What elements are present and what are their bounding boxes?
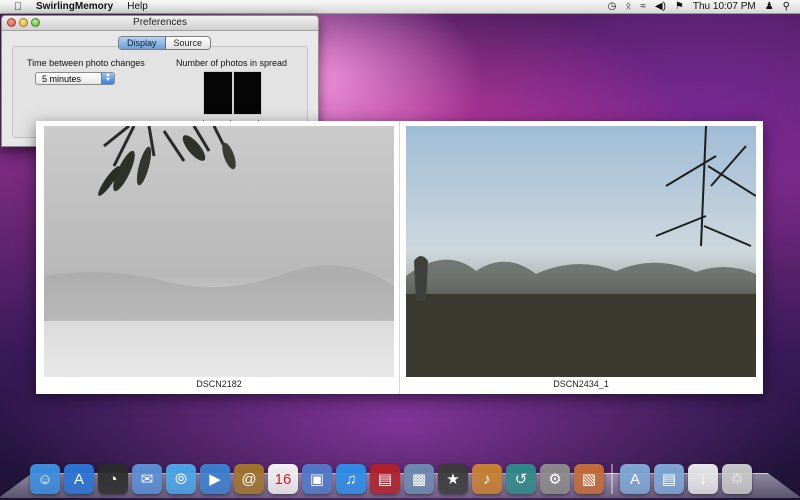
spread-preview-page-right [233, 72, 261, 114]
apple-icon[interactable]:  [12, 1, 24, 13]
photo-left [44, 126, 394, 377]
clock[interactable]: Thu 10:07 PM [693, 1, 756, 12]
facetime-icon[interactable]: ▶ [200, 464, 230, 494]
preferences-tabs: Display Source [118, 36, 212, 50]
popup-arrows-icon: ▲ ▼ [101, 72, 114, 84]
bluetooth-icon[interactable]: ᛟ [625, 1, 631, 12]
help-menu[interactable]: Help [127, 1, 148, 12]
time-interval-popup[interactable]: 5 minutes ▲ ▼ [35, 72, 115, 85]
applications-folder-icon[interactable]: A [620, 464, 650, 494]
address-book-icon[interactable]: @ [234, 464, 264, 494]
downloads-stack-icon[interactable]: ↓ [688, 464, 718, 494]
menu-bar:  SwirlingMemory Help ◷ ᛟ ≈ ◀) ⚑ Thu 10:… [0, 0, 800, 14]
preview-icon[interactable]: ▣ [302, 464, 332, 494]
safari-icon[interactable]: ⦾ [166, 464, 196, 494]
trash-icon[interactable]: ♲ [722, 464, 752, 494]
dashboard-icon[interactable]: ◔ [98, 464, 128, 494]
time-interval-value: 5 minutes [42, 74, 82, 84]
photos-in-spread-label: Number of photos in spread [176, 58, 288, 68]
photo-right [406, 126, 756, 377]
app-store-icon[interactable]: A [64, 464, 94, 494]
tab-source[interactable]: Source [165, 37, 211, 49]
photo-caption-right: DSCN2434_1 [553, 379, 609, 389]
wifi-icon[interactable]: ≈ [640, 1, 646, 12]
time-between-label: Time between photo changes [27, 58, 145, 68]
ical-icon[interactable]: 16 [268, 464, 298, 494]
documents-folder-icon[interactable]: ▤ [654, 464, 684, 494]
swirlingmemory-icon[interactable]: ▧ [574, 464, 604, 494]
flag-icon[interactable]: ⚑ [675, 1, 684, 12]
snowy-field-photo [44, 126, 394, 377]
mail-icon[interactable]: ✉ [132, 464, 162, 494]
status-area: ◷ ᛟ ≈ ◀) ⚑ Thu 10:07 PM ♟ ⚲ [608, 1, 790, 12]
user-icon[interactable]: ♟ [765, 1, 774, 12]
app-menu[interactable]: SwirlingMemory [36, 1, 113, 12]
dock: ☺ A ◔ ✉ ⦾ ▶ @16 ▣ ♫ ▤ ▩ ★ ♪ ↺ ⚙ ▧ A ▤ ↓ ♲ [30, 454, 772, 494]
volume-icon[interactable]: ◀) [655, 1, 666, 12]
photo-booth-icon[interactable]: ▤ [370, 464, 400, 494]
misty-meadow-photo [406, 126, 756, 377]
photo-spread: DSCN2182 DSCN2434_1 [36, 121, 763, 394]
iphoto-icon[interactable]: ▩ [404, 464, 434, 494]
itunes-icon[interactable]: ♫ [336, 464, 366, 494]
finder-icon[interactable]: ☺ [30, 464, 60, 494]
dock-separator [611, 464, 613, 494]
tab-display[interactable]: Display [119, 37, 166, 49]
spread-divider [399, 121, 400, 394]
spotlight-icon[interactable]: ⚲ [783, 1, 790, 12]
spread-preview-page-left [204, 72, 232, 114]
window-title: Preferences [133, 17, 187, 28]
system-preferences-icon[interactable]: ⚙ [540, 464, 570, 494]
time-machine-icon[interactable]: ↺ [506, 464, 536, 494]
spread-preview [203, 71, 262, 115]
window-titlebar[interactable]: Preferences [2, 16, 318, 31]
photo-caption-left: DSCN2182 [196, 379, 242, 389]
garageband-icon[interactable]: ♪ [472, 464, 502, 494]
time-machine-status-icon[interactable]: ◷ [608, 1, 617, 12]
imovie-icon[interactable]: ★ [438, 464, 468, 494]
